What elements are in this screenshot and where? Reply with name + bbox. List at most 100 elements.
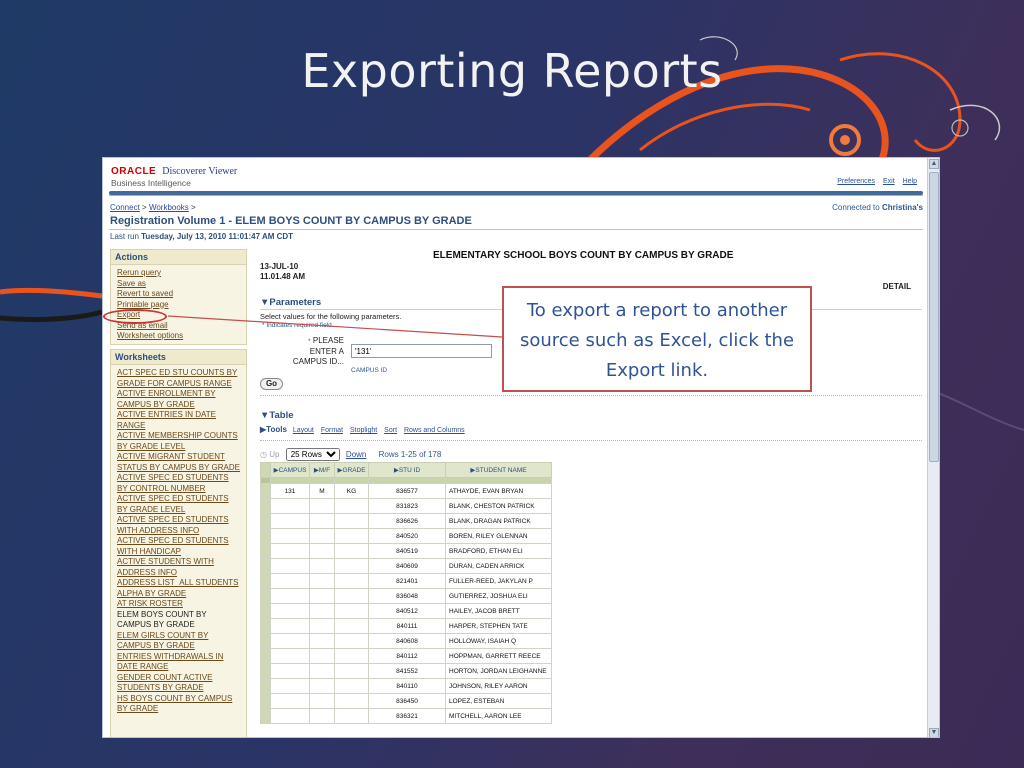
row-selector[interactable] [260,513,271,529]
row-selector[interactable] [260,633,271,649]
report-detail-label: DETAIL [882,282,911,291]
tool-format-link[interactable]: Format [321,427,343,434]
cell-grade [334,498,369,514]
param-label-line-2: ENTER A [309,347,344,356]
page-down-link[interactable]: Down [346,450,366,459]
go-button[interactable]: Go [260,378,283,390]
row-selector[interactable] [260,708,271,724]
scroll-down-icon[interactable]: ▼ [929,728,939,737]
exit-link[interactable]: Exit [883,178,895,185]
worksheet-link[interactable]: ACTIVE SPEC ED STUDENTS WITH HANDICAP [117,536,240,557]
worksheet-current: ELEM BOYS COUNT BY CAMPUS BY GRADE [117,609,207,630]
cell-campus [270,633,310,649]
cell-student-name: MITCHELL, AARON LEE [445,708,552,724]
cell-campus [270,513,310,529]
cell-grade [334,528,369,544]
worksheet-link[interactable]: ACTIVE SPEC ED STUDENTS BY GRADE LEVEL [117,494,240,515]
table-row: 836321 MITCHELL, AARON LEE [260,708,552,724]
oracle-logo: ORACLE [111,166,157,177]
cell-stu-id: 840112 [368,648,446,664]
worksheet-link[interactable]: ACTIVE ENROLLMENT BY CAMPUS BY GRADE [117,389,240,410]
header-bar-underline [109,195,923,196]
breadcrumb-workbooks[interactable]: Workbooks [149,203,189,212]
worksheet-link[interactable]: ACTIVE MEMBERSHIP COUNTS BY GRADE LEVEL [117,431,240,452]
table-tools: ▶Tools Layout Format Stoplight Sort Rows… [260,425,470,434]
row-selector[interactable] [260,603,271,619]
rows-per-page-select[interactable]: 25 Rows [285,448,340,461]
row-selector[interactable] [260,588,271,604]
row-selector[interactable] [260,528,271,544]
preferences-link[interactable]: Preferences [837,178,875,185]
cell-stu-id: 836626 [368,513,446,529]
column-header-grade[interactable]: ▶GRADE [334,462,369,478]
cell-mf [309,663,335,679]
worksheet-link[interactable]: ACTIVE ENTRIES IN DATE RANGE [117,410,240,431]
row-selector[interactable] [260,663,271,679]
column-header-campus[interactable]: ▶CAMPUS [270,462,310,478]
page-up-icon[interactable]: ◷ [260,450,267,459]
worksheet-link[interactable]: GENDER COUNT ACTIVE STUDENTS BY GRADE [117,673,240,694]
table-row: 840609 DURAN, CADEN ARRICK [260,558,552,574]
row-selector[interactable] [260,573,271,589]
required-note: * Indicates required field [262,322,332,329]
action-save-as-link[interactable]: Save as [117,279,240,290]
cell-grade [334,678,369,694]
cell-student-name: DURAN, CADEN ARRICK [445,558,552,574]
worksheet-link[interactable]: ACTIVE MIGRANT STUDENT STATUS BY CAMPUS … [117,452,240,473]
worksheet-link[interactable]: ACT SPEC ED STU COUNTS BY GRADE FOR CAMP… [117,368,240,389]
suite-name: Business Intelligence [111,178,191,188]
action-rerun-query-link[interactable]: Rerun query [117,268,240,279]
row-selector[interactable] [260,678,271,694]
column-header-stu-id[interactable]: ▶STU ID [368,462,446,478]
worksheet-link[interactable]: HS BOYS COUNT BY CAMPUS BY GRADE [117,694,240,715]
row-selector[interactable] [260,648,271,664]
row-selector[interactable] [260,558,271,574]
cell-mf [309,648,335,664]
worksheet-link[interactable]: AT RISK ROSTER [117,599,240,610]
tool-layout-link[interactable]: Layout [293,427,314,434]
action-revert-to-saved-link[interactable]: Revert to saved [117,289,240,300]
worksheet-link[interactable]: ACTIVE SPEC ED STUDENTS BY CONTROL NUMBE… [117,473,240,494]
action-worksheet-options-link[interactable]: Worksheet options [117,331,240,342]
row-selector[interactable] [260,483,271,499]
table-header-label: Table [269,410,294,421]
cell-student-name: LOPEZ, ESTEBAN [445,693,552,709]
cell-mf [309,498,335,514]
required-note-text: Indicates required field [266,322,332,329]
table-row: 840111 HARPER, STEPHEN TATE [260,618,552,634]
tool-sort-link[interactable]: Sort [384,427,397,434]
row-selector-header [260,462,271,478]
cell-mf [309,513,335,529]
cell-mf [309,588,335,604]
worksheet-link[interactable]: ADDRESS LIST_ALL STUDENTS ALPHA BY GRADE [117,578,240,599]
campus-id-input[interactable] [351,344,492,358]
discoverer-screenshot: ORACLE Discoverer Viewer Business Intelli… [102,157,940,738]
page-up-link[interactable]: Up [269,450,279,459]
help-link[interactable]: Help [903,178,917,185]
table-section-header[interactable]: ▼Table [260,410,294,421]
cell-stu-id: 836577 [368,483,446,499]
column-header-mf[interactable]: ▶M/F [309,462,335,478]
column-header-student-name[interactable]: ▶STUDENT NAME [445,462,552,478]
required-mark: * [308,338,311,345]
vertical-scrollbar[interactable]: ▲ ▼ [927,158,939,737]
worksheet-link[interactable]: ACTIVE STUDENTS WITH ADDRESS INFO [117,557,240,578]
row-selector[interactable] [260,618,271,634]
worksheet-link[interactable]: ENTRIES WITHDRAWALS IN DATE RANGE [117,652,240,673]
worksheet-link[interactable]: ACTIVE SPEC ED STUDENTS WITH ADDRESS INF… [117,515,240,536]
breadcrumb-connect[interactable]: Connect [110,203,140,212]
scroll-up-icon[interactable]: ▲ [929,159,939,169]
product-name: Discoverer Viewer [162,166,238,177]
tool-stoplight-link[interactable]: Stoplight [350,427,377,434]
row-selector[interactable] [260,543,271,559]
tools-label[interactable]: ▶Tools [260,425,287,434]
breadcrumb-separator: > [142,203,147,212]
parameters-section-header[interactable]: ▼Parameters [260,297,321,308]
cell-grade [334,588,369,604]
worksheet-link[interactable]: ELEM GIRLS COUNT BY CAMPUS BY GRADE [117,631,240,652]
report-datetime: 13-JUL-10 11.01.48 AM [260,262,305,282]
scrollbar-thumb[interactable] [929,172,939,462]
tool-rows-columns-link[interactable]: Rows and Columns [404,427,465,434]
row-selector[interactable] [260,498,271,514]
row-selector[interactable] [260,693,271,709]
